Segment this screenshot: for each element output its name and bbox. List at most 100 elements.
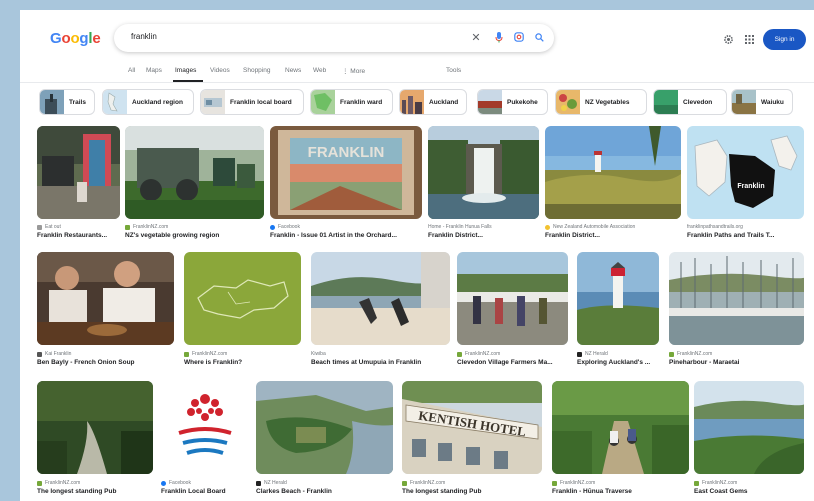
result-source[interactable]: Kiwiba [311, 351, 326, 357]
image-result[interactable]: NZ Herald Clarkes Beach - Franklin [256, 381, 393, 495]
result-thumbnail[interactable] [669, 252, 804, 345]
search-box[interactable]: franklin ✕ [114, 24, 554, 52]
result-source[interactable]: FranklinNZ.com [125, 224, 168, 230]
result-thumbnail[interactable] [256, 381, 393, 474]
result-thumbnail[interactable] [184, 252, 301, 345]
result-thumbnail[interactable] [552, 381, 689, 474]
result-thumbnail[interactable] [694, 381, 804, 474]
result-caption[interactable]: Beach times at Umupuia in Franklin [311, 359, 450, 366]
image-result[interactable]: FranklinNZ.com Where is Franklin? [184, 252, 301, 366]
result-thumbnail[interactable] [457, 252, 568, 345]
search-input[interactable]: franklin [131, 32, 157, 41]
result-source[interactable]: Eat out [37, 224, 61, 230]
result-caption[interactable]: Franklin - Issue 01 Artist in the Orchar… [270, 232, 422, 239]
tab-more[interactable]: ⋮ More [342, 67, 365, 75]
result-caption[interactable]: Franklin Local Board [161, 488, 249, 495]
result-source[interactable]: Home - Franklin Hunua Falls [428, 224, 492, 230]
result-source[interactable]: NZ Herald [256, 480, 287, 486]
image-result[interactable]: FRANKLIN Facebook Franklin - Issue 01 Ar… [270, 126, 422, 239]
result-thumbnail[interactable] [577, 252, 659, 345]
image-result[interactable]: FranklinNZ.com East Coast Gems [694, 381, 804, 495]
result-thumbnail[interactable] [311, 252, 450, 345]
result-source[interactable]: FranklinNZ.com [402, 480, 445, 486]
search-icon[interactable] [532, 30, 546, 44]
result-source[interactable]: FranklinNZ.com [184, 351, 227, 357]
result-source[interactable]: New Zealand Automobile Association [545, 224, 635, 230]
chip-nz-vegetables[interactable]: NZ Vegetables [555, 89, 647, 115]
result-thumbnail[interactable] [428, 126, 539, 219]
result-caption[interactable]: Franklin Restaurants... [37, 232, 120, 239]
result-thumbnail[interactable] [37, 252, 174, 345]
image-result[interactable]: FranklinNZ.com Clevedon Village Farmers … [457, 252, 568, 366]
chip-auckland[interactable]: Auckland [399, 89, 467, 115]
sign-in-button[interactable]: Sign in [763, 29, 806, 50]
result-source[interactable]: FranklinNZ.com [552, 480, 595, 486]
result-caption[interactable]: Exploring Auckland's ... [577, 359, 659, 366]
image-result[interactable]: FranklinNZ.com Franklin - Hūnua Traverse [552, 381, 689, 495]
result-caption[interactable]: Where is Franklin? [184, 359, 301, 366]
image-result[interactable]: Kiwiba Beach times at Umupuia in Frankli… [311, 252, 450, 366]
result-caption[interactable]: NZ's vegetable growing region [125, 232, 264, 239]
chip-pukekohe[interactable]: Pukekohe [477, 89, 548, 115]
result-source[interactable]: Kai Franklin [37, 351, 71, 357]
result-caption[interactable]: Pineharbour - Maraetai [669, 359, 804, 366]
result-source[interactable]: NZ Herald [577, 351, 608, 357]
result-thumbnail[interactable]: Franklin [687, 126, 804, 219]
image-result[interactable]: New Zealand Automobile Association Frank… [545, 126, 681, 239]
result-thumbnail[interactable]: KENTISH HOTEL [402, 381, 542, 474]
result-source[interactable]: FranklinNZ.com [669, 351, 712, 357]
result-thumbnail[interactable] [37, 126, 120, 219]
image-result[interactable]: Home - Franklin Hunua Falls Franklin Dis… [428, 126, 539, 239]
chip-franklin-ward[interactable]: Franklin ward [310, 89, 393, 115]
result-caption[interactable]: Clarkes Beach - Franklin [256, 488, 393, 495]
mic-icon[interactable] [492, 30, 506, 44]
lens-icon[interactable] [512, 30, 526, 44]
tab-all[interactable]: All [128, 67, 135, 74]
result-caption[interactable]: Franklin District... [428, 232, 539, 239]
chip-auckland-region[interactable]: Auckland region [102, 89, 194, 115]
result-source[interactable]: FranklinNZ.com [694, 480, 737, 486]
result-thumbnail[interactable] [545, 126, 681, 219]
result-caption[interactable]: Ben Bayly - French Onion Soup [37, 359, 174, 366]
result-thumbnail[interactable]: FRANKLIN [270, 126, 422, 219]
settings-icon[interactable] [721, 32, 735, 46]
image-result[interactable]: Kai Franklin Ben Bayly - French Onion So… [37, 252, 174, 366]
tab-news[interactable]: News [285, 67, 301, 74]
result-thumbnail[interactable] [161, 381, 249, 474]
image-result[interactable]: FranklinNZ.com The longest standing Pub [37, 381, 153, 495]
result-caption[interactable]: Franklin District... [545, 232, 681, 239]
chip-clevedon[interactable]: Clevedon [653, 89, 727, 115]
tab-maps[interactable]: Maps [146, 67, 162, 74]
tab-web[interactable]: Web [313, 67, 326, 74]
tab-videos[interactable]: Videos [210, 67, 230, 74]
result-caption[interactable]: East Coast Gems [694, 488, 804, 495]
image-result[interactable]: Franklin franklinpathsandtrails.org Fran… [687, 126, 804, 239]
tab-shopping[interactable]: Shopping [243, 67, 270, 74]
result-caption[interactable]: Franklin - Hūnua Traverse [552, 488, 689, 495]
chip-waiuku[interactable]: Waiuku [731, 89, 793, 115]
result-source[interactable]: Facebook [161, 480, 191, 486]
chip-trails[interactable]: Trails [39, 89, 95, 115]
apps-icon[interactable] [742, 32, 756, 46]
google-logo[interactable]: Google [50, 30, 101, 47]
image-result[interactable]: FranklinNZ.com Pineharbour - Maraetai [669, 252, 804, 366]
chip-franklin-local-board[interactable]: Franklin local board [200, 89, 304, 115]
result-caption[interactable]: Franklin Paths and Trails T... [687, 232, 804, 239]
result-source[interactable]: Facebook [270, 224, 300, 230]
image-result[interactable]: Facebook Franklin Local Board [161, 381, 249, 495]
result-source[interactable]: FranklinNZ.com [457, 351, 500, 357]
tools-button[interactable]: Tools [446, 67, 461, 74]
image-result[interactable]: Eat out Franklin Restaurants... [37, 126, 120, 239]
result-source[interactable]: franklinpathsandtrails.org [687, 224, 743, 230]
tab-images[interactable]: Images [175, 67, 196, 74]
image-result[interactable]: KENTISH HOTEL FranklinNZ.com The longest… [402, 381, 542, 495]
result-caption[interactable]: The longest standing Pub [37, 488, 153, 495]
clear-icon[interactable]: ✕ [469, 30, 483, 44]
image-result[interactable]: NZ Herald Exploring Auckland's ... [577, 252, 659, 366]
result-thumbnail[interactable] [37, 381, 153, 474]
result-source[interactable]: FranklinNZ.com [37, 480, 80, 486]
image-result[interactable]: FranklinNZ.com NZ's vegetable growing re… [125, 126, 264, 239]
result-caption[interactable]: The longest standing Pub [402, 488, 542, 495]
result-thumbnail[interactable] [125, 126, 264, 219]
result-caption[interactable]: Clevedon Village Farmers Ma... [457, 359, 568, 366]
